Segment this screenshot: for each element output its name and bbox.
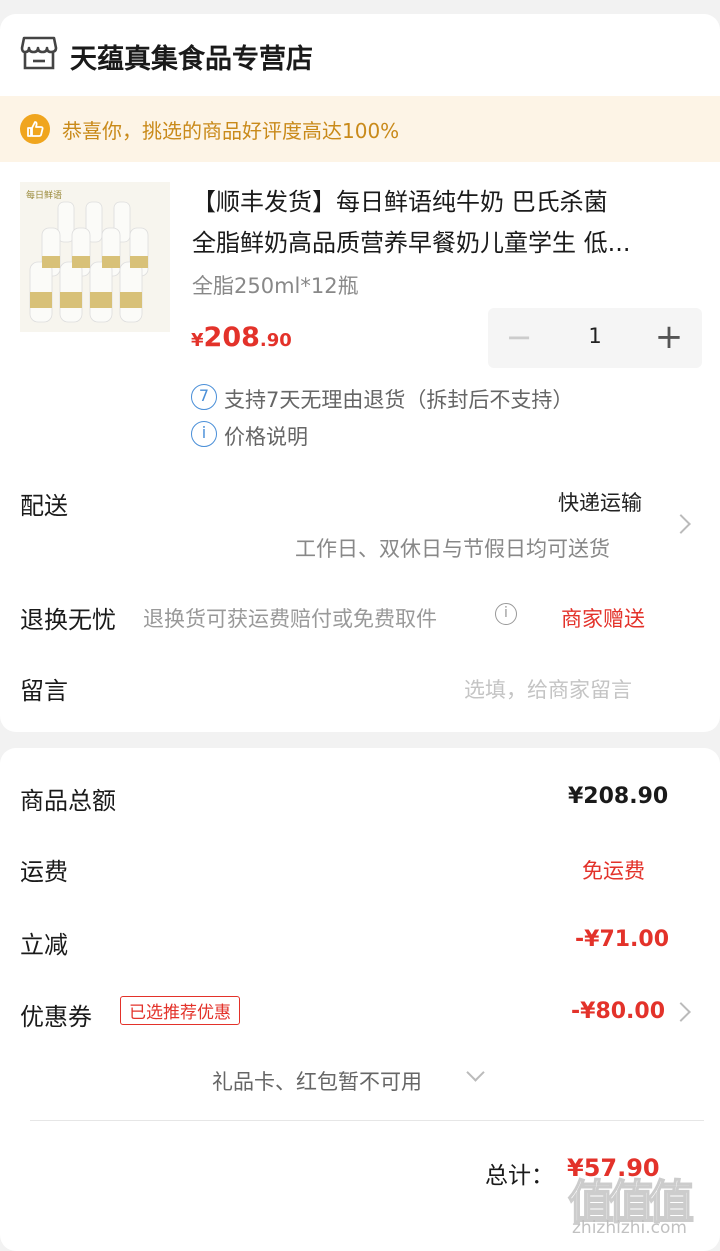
return-policy-text[interactable]: 支持7天无理由退货（拆封后不支持） xyxy=(224,384,573,414)
exchange-value[interactable]: 商家赠送 xyxy=(561,603,645,633)
delivery-label: 配送 xyxy=(20,492,68,520)
watermark-logo: 值值值 zhizhizhi.com xyxy=(567,1166,716,1246)
coupon-badge: 已选推荐优惠 xyxy=(120,996,240,1025)
goods-total-label: 商品总额 xyxy=(20,787,116,815)
product-title-line1: 【顺丰发货】每日鲜语纯牛奶 巴氏杀菌 xyxy=(192,188,608,216)
watermark-site: zhizhizhi.com xyxy=(572,1218,687,1238)
delivery-method[interactable]: 快递运输 xyxy=(558,487,642,517)
price-decimal: .90 xyxy=(259,330,292,351)
product-title[interactable]: 【顺丰发货】每日鲜语纯牛奶 巴氏杀菌 全脂鲜奶高品质营养早餐奶儿童学生 低... xyxy=(192,182,702,264)
discount-label: 立减 xyxy=(20,931,68,959)
rating-banner: 恭喜你，挑选的商品好评度高达100% xyxy=(0,96,720,162)
giftcard-toggle[interactable]: 礼品卡、红包暂不可用 xyxy=(212,1066,422,1096)
message-input[interactable]: 选填，给商家留言 xyxy=(464,674,632,704)
exchange-info-icon[interactable]: i xyxy=(495,603,517,625)
product-spec[interactable]: 全脂250ml*12瓶 xyxy=(192,270,359,300)
price-currency: ¥ xyxy=(191,330,204,351)
thumbs-up-icon xyxy=(20,114,50,144)
quantity-stepper: − 1 + xyxy=(488,308,702,368)
exchange-description: 退换货可获运费赔付或免费取件 xyxy=(143,607,437,631)
shipping-label: 运费 xyxy=(20,858,68,886)
goods-total-value: ¥208.90 xyxy=(568,784,669,809)
coupon-label: 优惠券 xyxy=(20,1003,92,1031)
total-label: 总计： xyxy=(485,1163,554,1189)
delivery-detail: 工作日、双休日与节假日均可送货 xyxy=(295,537,610,561)
quantity-value[interactable]: 1 xyxy=(568,324,622,348)
product-title-line2: 全脂鲜奶高品质营养早餐奶儿童学生 低... xyxy=(192,229,631,257)
svg-text:每日鲜语: 每日鲜语 xyxy=(26,189,62,201)
product-image[interactable]: 每日鲜语 xyxy=(20,182,170,332)
discount-value: -¥71.00 xyxy=(575,927,670,952)
price-integer: 208 xyxy=(203,322,260,353)
store-icon xyxy=(20,36,58,70)
seven-day-return-icon: 7 xyxy=(191,384,217,410)
message-label: 留言 xyxy=(20,677,68,705)
rating-banner-text: 恭喜你，挑选的商品好评度高达100% xyxy=(62,119,400,143)
store-name[interactable]: 天蕴真集食品专营店 xyxy=(70,37,313,76)
divider xyxy=(30,1120,704,1121)
exchange-label: 退换无忧 xyxy=(20,606,116,634)
info-icon: i xyxy=(191,421,217,447)
product-price: ¥208.90 xyxy=(191,322,292,353)
decrease-button[interactable]: − xyxy=(502,321,536,355)
shipping-value: 免运费 xyxy=(582,859,645,883)
coupon-value[interactable]: -¥80.00 xyxy=(571,999,665,1024)
price-note-link[interactable]: 价格说明 xyxy=(224,421,308,451)
increase-button[interactable]: + xyxy=(652,320,686,355)
